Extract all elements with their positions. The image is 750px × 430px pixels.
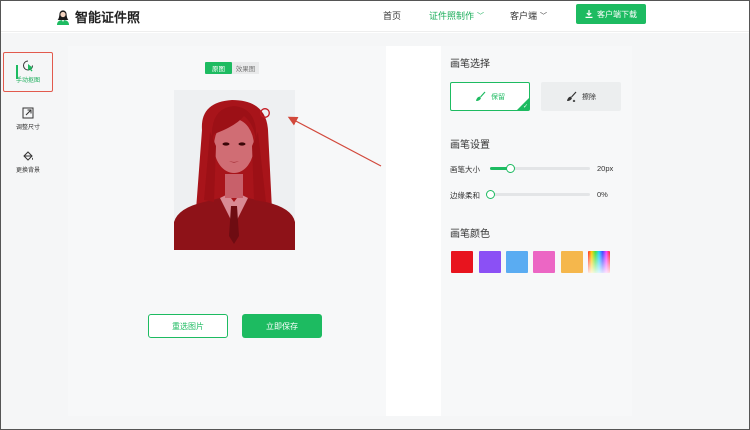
color-swatch-orange[interactable] <box>561 251 583 273</box>
tool-manual-cutout-label: 手动抠图 <box>15 78 40 84</box>
brush-keep-button[interactable]: 保留 ✓ <box>450 82 530 111</box>
brush-erase-label: 擦除 <box>582 93 596 101</box>
chevron-down-icon: ﹀ <box>477 12 485 20</box>
brush-erase-button[interactable]: 擦除 <box>541 82 621 111</box>
nav-home[interactable]: 首页 <box>383 9 401 22</box>
chevron-down-icon: ﹀ <box>540 12 548 20</box>
top-header: 智能证件照 首页 证件照制作 ﹀ 客户端 ﹀ 客户端下载 <box>0 0 750 32</box>
color-swatch-blue[interactable] <box>506 251 528 273</box>
brush-color-title: 画笔颜色 <box>450 229 490 240</box>
tool-change-background[interactable]: 更换背景 <box>3 142 53 182</box>
portrait-photo-canvas[interactable] <box>174 90 295 250</box>
brush-keep-icon <box>476 91 486 101</box>
edge-softness-label: 边缘柔和 <box>450 191 480 200</box>
client-download-button[interactable]: 客户端下载 <box>576 4 646 24</box>
logo[interactable]: 智能证件照 <box>56 7 140 26</box>
brush-size-label: 画笔大小 <box>450 165 480 174</box>
color-swatch-purple[interactable] <box>479 251 501 273</box>
brush-settings-title: 画笔设置 <box>450 140 490 151</box>
active-indicator <box>16 65 18 79</box>
person-avatar-icon <box>57 9 69 25</box>
tool-manual-cutout[interactable]: 手动抠图 <box>3 52 53 92</box>
check-icon: ✓ <box>522 104 528 110</box>
nav-id-photo-label: 证件照制作 <box>429 11 475 21</box>
nav-client[interactable]: 客户端 ﹀ <box>510 9 547 22</box>
paint-bucket-icon <box>23 151 33 161</box>
portrait-masked-image <box>174 90 295 250</box>
edge-softness-value: 0% <box>597 190 608 199</box>
tool-resize[interactable]: 调整尺寸 <box>3 99 53 139</box>
logo-text: 智能证件照 <box>75 10 141 25</box>
view-tabs: 原图 效果图 <box>205 62 259 74</box>
save-now-button[interactable]: 立即保存 <box>242 314 322 338</box>
nav-home-label: 首页 <box>383 11 402 21</box>
edge-softness-handle[interactable] <box>486 190 495 199</box>
edge-softness-slider[interactable] <box>486 190 590 199</box>
tool-change-background-label: 更换背景 <box>15 168 40 174</box>
brush-erase-icon <box>567 91 577 102</box>
hand-cutout-icon <box>23 60 33 72</box>
nav-id-photo-make[interactable]: 证件照制作 ﹀ <box>429 9 484 22</box>
nav-client-label: 客户端 <box>510 11 538 21</box>
download-icon <box>585 10 593 18</box>
tab-result[interactable]: 效果图 <box>232 62 259 74</box>
client-download-label: 客户端下载 <box>597 9 637 19</box>
reselect-image-button[interactable]: 重选图片 <box>148 314 228 338</box>
brush-select-title: 画笔选择 <box>450 59 490 70</box>
color-swatch-pink[interactable] <box>533 251 555 273</box>
color-swatch-red[interactable] <box>451 251 473 273</box>
tool-resize-label: 调整尺寸 <box>15 125 40 131</box>
color-swatch-custom[interactable] <box>588 251 610 273</box>
resize-icon <box>22 107 34 119</box>
tab-original[interactable]: 原图 <box>205 62 232 74</box>
tool-sidebar <box>386 46 441 416</box>
brush-size-value: 20px <box>597 164 614 173</box>
brush-size-handle[interactable] <box>506 164 515 173</box>
brush-keep-label: 保留 <box>491 93 505 101</box>
brush-size-slider[interactable] <box>490 164 590 173</box>
